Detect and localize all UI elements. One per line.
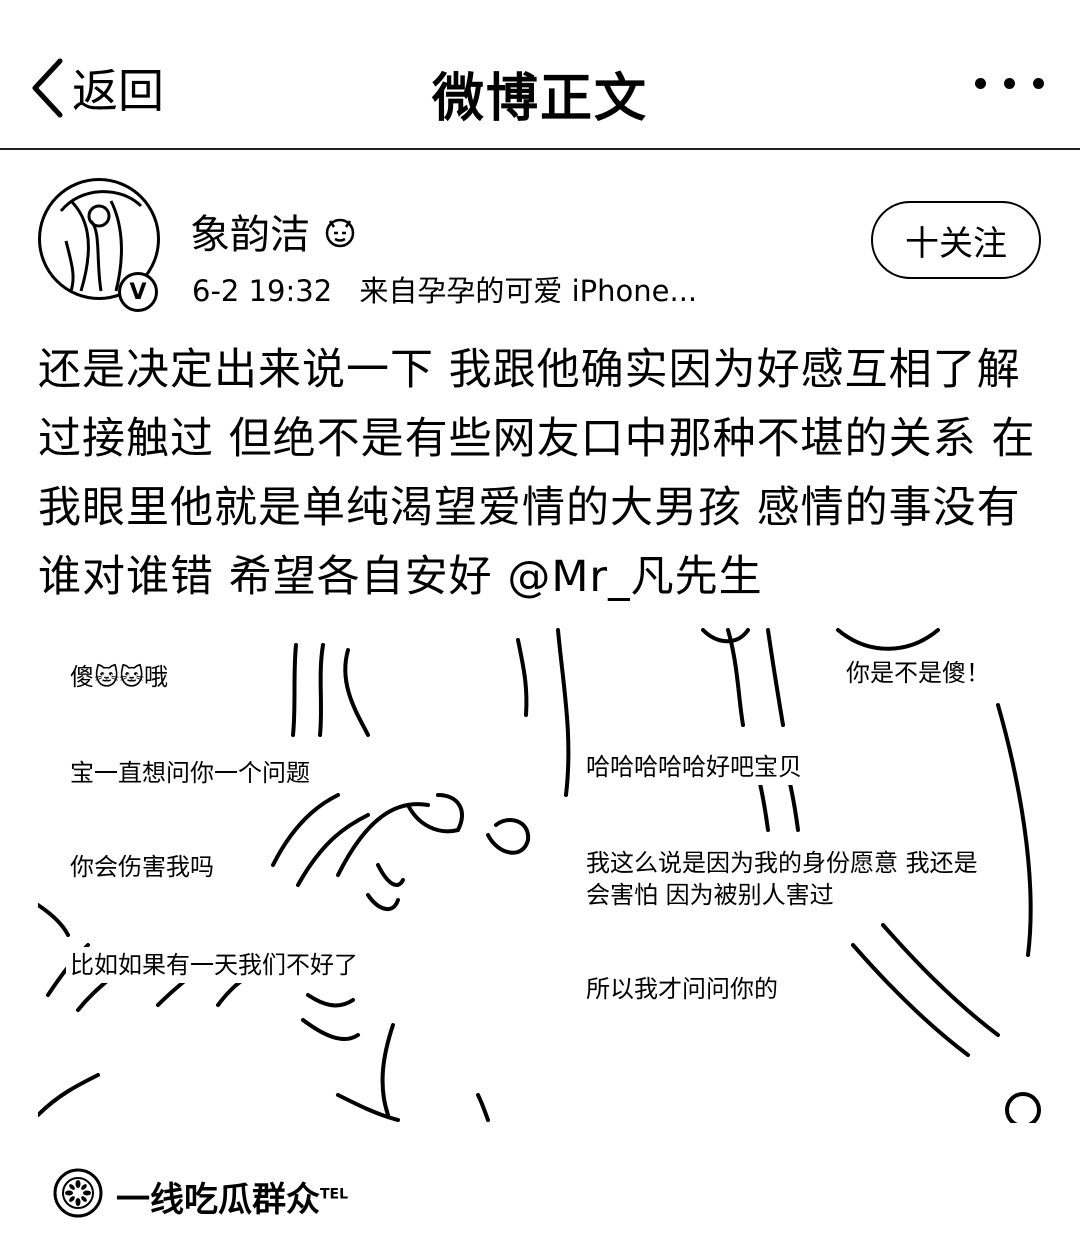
more-options-button[interactable]	[975, 78, 1044, 89]
post-source: 来自孕孕的可爱 iPhone...	[359, 274, 698, 308]
chat-message: 傻🐱🐱哦	[66, 659, 173, 695]
post-meta: 6-2 19:32 来自孕孕的可爱 iPhone...	[192, 268, 697, 310]
chat-message: 宝一直想问你一个问题	[66, 755, 314, 791]
post-image[interactable]: 傻🐱🐱哦 宝一直想问你一个问题 你会伤害我吗 比如如果有一天我们不好了 你是不是…	[38, 625, 1044, 1123]
more-dot-icon	[1033, 78, 1044, 89]
more-dot-icon	[975, 78, 986, 89]
follow-button[interactable]: 十关注	[871, 201, 1041, 279]
chat-message: 所以我才问问你的	[582, 971, 782, 1007]
member-badge-icon	[325, 218, 355, 248]
melon-logo-icon	[53, 1168, 103, 1218]
chat-message: 哈哈哈哈哈好吧宝贝	[582, 749, 806, 785]
verified-badge: V	[118, 272, 158, 312]
chat-message: 我这么说是因为我的身份愿意 我还是会害怕 因为被别人害过	[582, 845, 1000, 913]
more-dot-icon	[1004, 78, 1015, 89]
post-text: 还是决定出来说一下 我跟他确实因为好感互相了解过接触过 但绝不是有些网友口中那种…	[38, 345, 1036, 602]
watermark: 一线吃瓜群众TEL	[116, 1172, 348, 1221]
chat-message: 比如如果有一天我们不好了	[66, 947, 362, 983]
chat-message: 你会伤害我吗	[66, 849, 218, 885]
watermark-sup: TEL	[320, 1186, 349, 1203]
nav-bar: 返回 微博正文	[0, 0, 1080, 150]
username-text: 象韵洁	[190, 212, 310, 258]
watermark-text: 一线吃瓜群众	[116, 1180, 320, 1220]
username[interactable]: 象韵洁	[190, 202, 360, 260]
post-time: 6-2 19:32	[192, 274, 333, 308]
chat-message: 你是不是傻！	[842, 655, 994, 691]
page-title: 微博正文	[431, 69, 648, 129]
